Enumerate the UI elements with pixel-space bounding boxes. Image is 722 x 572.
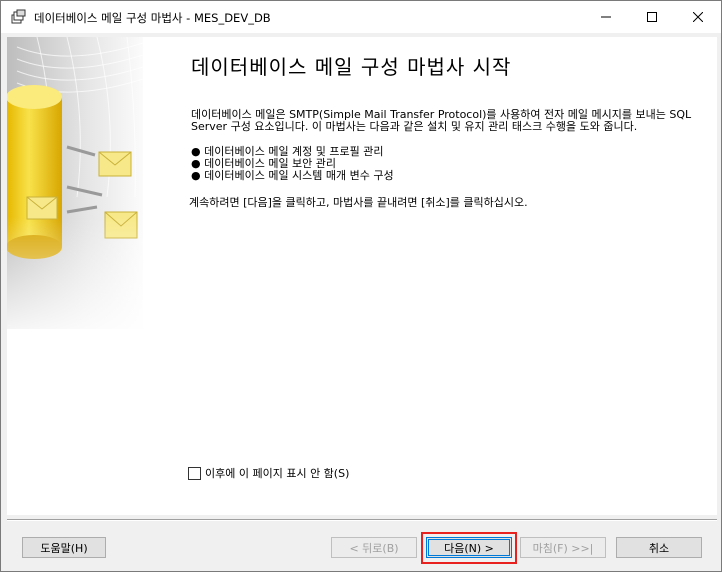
next-button[interactable]: 다음(N) > [426, 537, 512, 558]
help-button[interactable]: 도움말(H) [22, 537, 106, 558]
back-button[interactable]: < 뒤로(B) [331, 537, 417, 558]
close-icon [693, 12, 703, 22]
continue-instruction: 계속하려면 [다음]을 클릭하고, 마법사를 끝내려면 [취소]를 클릭하십시오… [189, 196, 528, 209]
maximize-button[interactable] [629, 1, 675, 33]
dont-show-again-checkbox[interactable] [188, 466, 201, 480]
list-item: ● 데이터베이스 메일 시스템 매개 변수 구성 [191, 170, 394, 182]
task-list: ● 데이터베이스 메일 계정 및 프로필 관리 ● 데이터베이스 메일 보안 관… [191, 146, 394, 182]
button-bar-divider-highlight [7, 520, 717, 521]
app-wizard-icon [11, 9, 26, 24]
description-text: 데이터베이스 메일은 SMTP(Simple Mail Transfer Pro… [191, 109, 711, 133]
task-label: 데이터베이스 메일 시스템 매개 변수 구성 [204, 169, 394, 182]
description-paragraph: 데이터베이스 메일은 SMTP(Simple Mail Transfer Pro… [191, 108, 692, 133]
minimize-button[interactable] [583, 1, 629, 33]
minimize-icon [601, 16, 611, 18]
wizard-content-panel: 데이터베이스 메일 구성 마법사 시작 데이터베이스 메일은 SMTP(Simp… [7, 37, 717, 515]
page-heading: 데이터베이스 메일 구성 마법사 시작 [191, 55, 512, 79]
window-title: 데이터베이스 메일 구성 마법사 - MES_DEV_DB [34, 11, 271, 25]
maximize-icon [647, 12, 657, 22]
dont-show-again-label[interactable]: 이후에 이 페이지 표시 안 함(S) [205, 465, 349, 481]
cancel-button[interactable]: 취소 [616, 537, 702, 558]
dont-show-again-option[interactable]: 이후에 이 페이지 표시 안 함(S) [188, 465, 349, 481]
side-banner [7, 37, 143, 329]
database-mail-illustration [7, 37, 143, 329]
finish-button[interactable]: 마침(F) >>| [520, 537, 606, 558]
title-bar[interactable]: 데이터베이스 메일 구성 마법사 - MES_DEV_DB [1, 1, 721, 33]
bullet-glyph: ● [191, 169, 201, 182]
close-button[interactable] [675, 1, 721, 33]
